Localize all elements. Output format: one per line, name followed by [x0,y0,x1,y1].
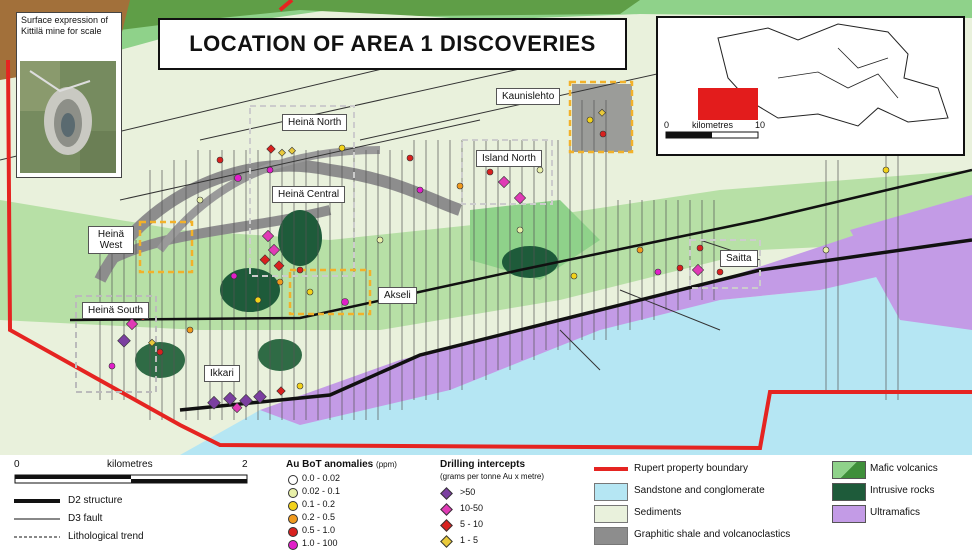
legend-boundary: Rupert property boundary [634,463,748,474]
label-akseli: Akseli [378,287,417,304]
bot-symbol [288,501,298,511]
label-heina-west: Heinä West [88,226,134,254]
map-title: LOCATION OF AREA 1 DISCOVERIES [158,18,627,70]
inset-scale-unit: kilometres [692,120,734,130]
inset-scale-start: 0 [664,120,670,130]
scale-bar [14,474,248,484]
rock-label: Ultramafics [870,507,921,518]
drill-label: 5 - 10 [460,519,484,529]
rock-swatch [832,505,866,523]
aerial-photo [20,61,116,173]
label-ikkari: Ikkari [204,365,240,382]
label-kaunislehto: Kaunislehto [496,88,561,105]
bot-label: 1.0 - 100 [302,538,338,548]
area-1-marker [698,88,758,120]
label-saitta: Saitta [720,250,758,267]
legend-d3: D3 fault [68,513,103,524]
drill-label: 1 - 5 [460,535,479,545]
scale-start-label: 0 [14,459,20,470]
drill-symbol [440,535,453,548]
shale-kaunislehto [572,84,632,152]
bot-label: 0.0 - 0.02 [302,473,341,483]
bot-label: 0.5 - 1.0 [302,525,336,535]
geology-label: Graphitic shale and volcanoclastics [634,529,791,540]
label-heina-north: Heinä North [282,114,348,131]
label-island-north: Island North [476,150,542,167]
bot-symbol [288,527,298,537]
drill-label: 10-50 [460,503,484,513]
geology-swatch [594,483,628,501]
bot-label: 0.02 - 0.1 [302,486,341,496]
geology-swatch [594,505,628,523]
inset-scale-end: 10 [755,120,766,130]
location-inset: 0 10 kilometres [656,16,965,156]
scale-unit-label: kilometres [107,459,153,470]
photo-caption: Surface expression of Kittilä mine for s… [21,15,109,36]
drill-symbol [440,487,453,500]
intrusive-1 [278,210,322,266]
rock-swatch [832,461,866,479]
structure-symbols [14,499,60,538]
bot-symbol [288,540,298,550]
map-legend: 0 kilometres 2 D2 structure D3 fault Lit… [0,455,972,559]
legend-drill-subheading: (grams per tonne Au x metre) [440,472,545,481]
bot-symbol [288,514,298,524]
legend-bot-heading: Au BoT anomalies (ppm) [286,459,397,470]
drill-symbol [440,519,453,532]
rock-label: Intrusive rocks [870,485,935,496]
label-heina-south: Heinä South [82,302,150,319]
boundary-symbol [594,467,628,471]
drill-symbol [440,503,453,516]
geology-label: Sandstone and conglomerate [634,485,765,496]
legend-d2: D2 structure [68,495,123,506]
geology-swatch [594,527,628,545]
rock-swatch [832,483,866,501]
bot-symbol [288,488,298,498]
bot-label: 0.2 - 0.5 [302,512,336,522]
geology-label: Sediments [634,507,682,518]
intrusive-5 [258,339,302,371]
bot-symbol [288,475,298,485]
label-heina-central: Heinä Central [272,186,346,203]
rock-label: Mafic volcanics [870,463,938,474]
bot-label: 0.1 - 0.2 [302,499,336,509]
legend-drill-heading: Drilling intercepts [440,459,526,470]
kittila-mine-photo-inset: Surface expression of Kittilä mine for s… [16,12,122,178]
intrusive-3 [220,268,280,312]
scale-end-label: 2 [242,459,248,470]
legend-lith-trend: Lithological trend [68,531,144,542]
drill-label: >50 [460,487,476,497]
intrusive-4 [135,342,185,378]
